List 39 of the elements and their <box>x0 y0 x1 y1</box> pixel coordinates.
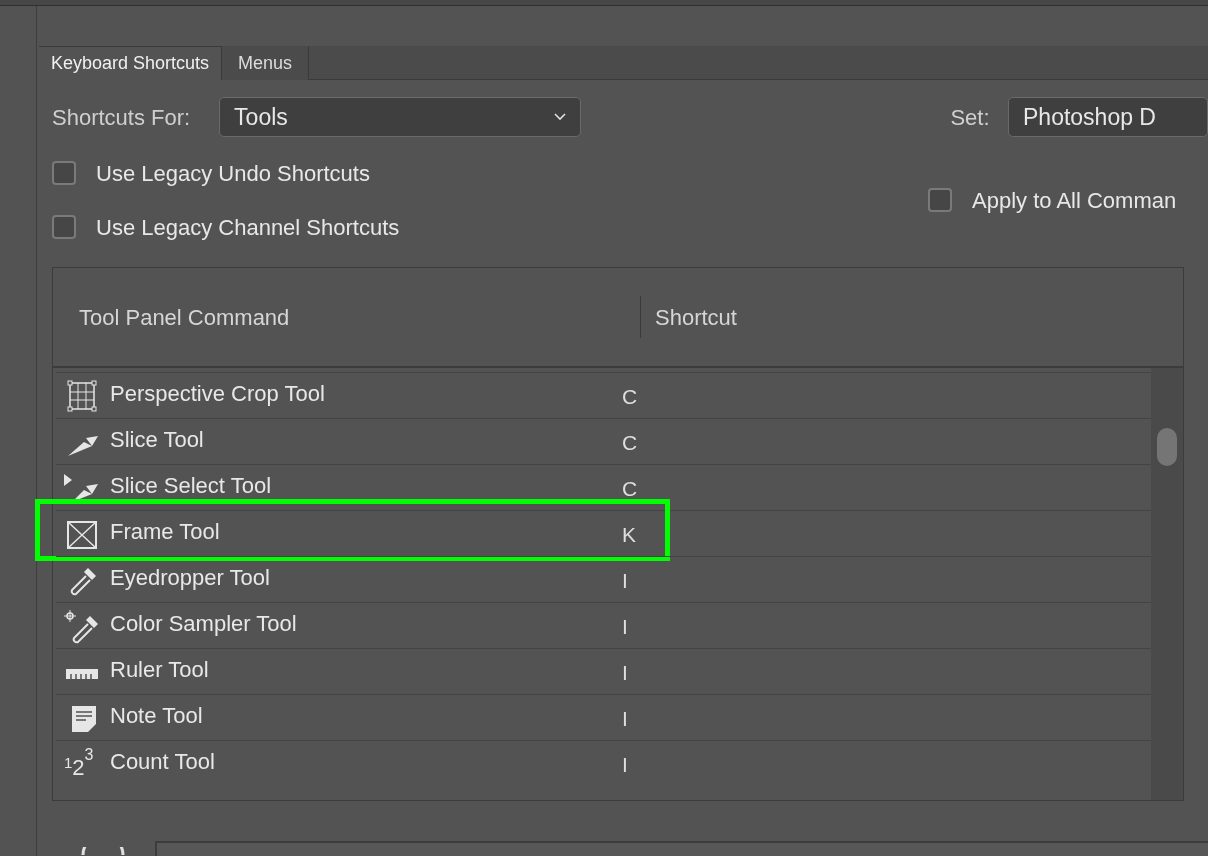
command-name: Perspective Crop Tool <box>110 380 326 408</box>
shortcut-key: C <box>622 427 638 464</box>
checkbox[interactable] <box>52 161 76 185</box>
set-dropdown[interactable]: Photoshop D <box>1008 97 1208 137</box>
command-name: Slice Select Tool <box>110 472 272 500</box>
field-label: Shortcuts For: <box>52 103 192 132</box>
command-name: Count Tool <box>110 748 216 776</box>
command-name: Note Tool <box>110 702 204 730</box>
field-label: Set: <box>950 103 991 132</box>
command-name: Ruler Tool <box>110 656 210 684</box>
command-name: Slice Tool <box>110 426 205 454</box>
shortcut-key: C <box>622 381 638 418</box>
shortcuts-for-dropdown[interactable]: Tools <box>219 97 582 137</box>
scrollbar-thumb[interactable] <box>1157 428 1177 466</box>
shortcut-key: I <box>622 703 628 740</box>
ruler-icon <box>66 669 98 679</box>
column-header[interactable]: Shortcut <box>641 300 737 334</box>
shortcut-key: I <box>622 749 628 786</box>
tab[interactable]: Menus <box>222 46 310 80</box>
command-name: Color Sampler Tool <box>110 610 298 638</box>
shortcut-key: C <box>622 473 638 510</box>
tab[interactable]: Keyboard Shortcuts <box>39 46 223 80</box>
checkbox-label[interactable]: Use Legacy Channel Shortcuts <box>96 210 400 244</box>
checkbox-label[interactable]: Apply to All Comman <box>972 183 1177 217</box>
shortcut-key: I <box>622 565 628 602</box>
grid-crop-icon <box>64 378 100 414</box>
chevron-down-icon <box>554 113 567 121</box>
checkbox[interactable] <box>52 215 76 239</box>
shortcut-key: I <box>622 657 628 694</box>
checkbox[interactable] <box>928 188 952 212</box>
command-name: Eyedropper Tool <box>110 564 271 592</box>
eyedropper-crosshair-icon <box>64 608 100 644</box>
checkbox-label[interactable]: Use Legacy Undo Shortcuts <box>96 156 370 190</box>
scrollbar-track[interactable] <box>1151 368 1183 800</box>
text-field[interactable] <box>155 841 1208 856</box>
column-header[interactable]: Tool Panel Command <box>53 300 640 334</box>
shortcut-key: I <box>622 611 628 648</box>
command-name: Frame Tool <box>110 518 221 546</box>
shortcut-key: K <box>622 519 636 556</box>
